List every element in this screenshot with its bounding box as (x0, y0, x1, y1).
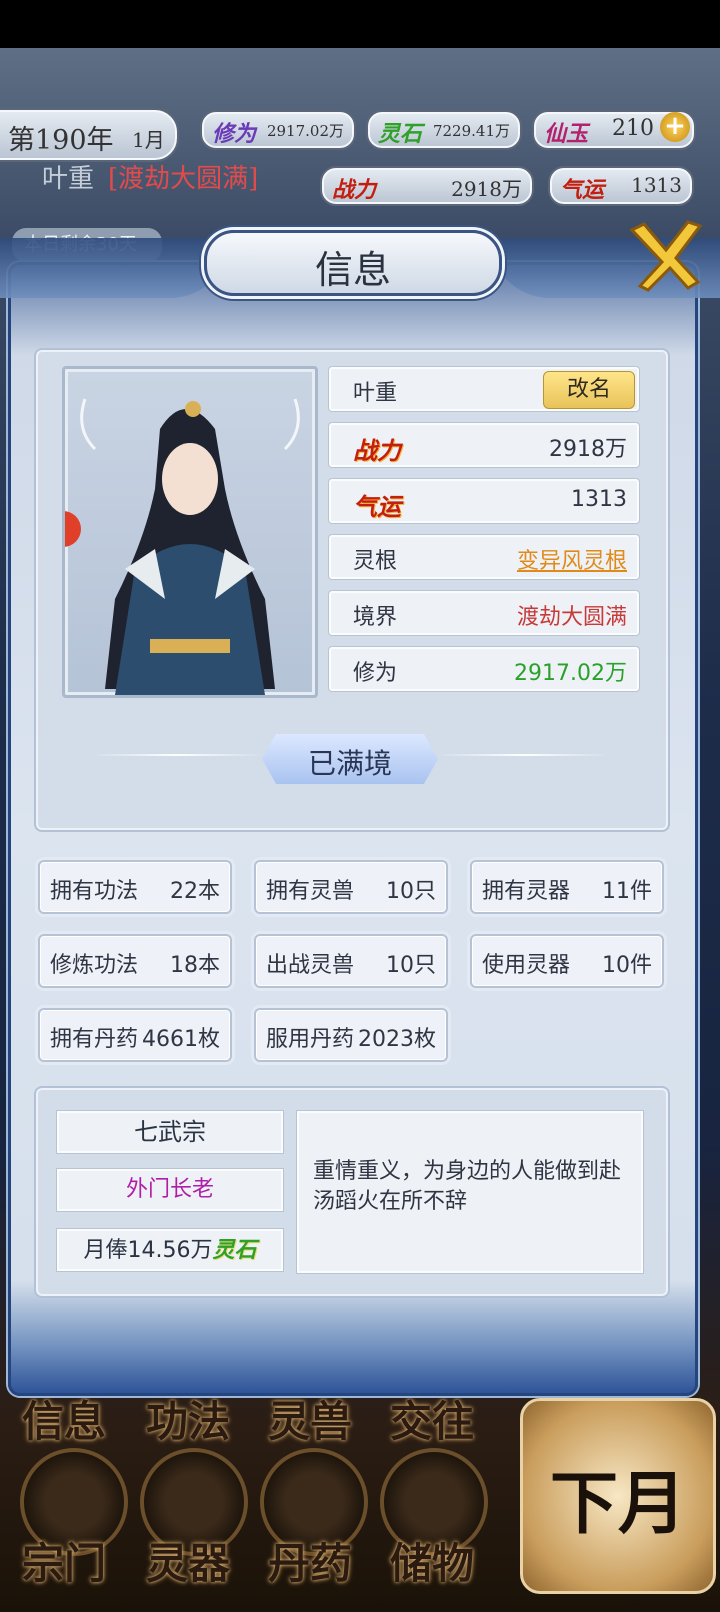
count-used-artifacts: 使用灵器 10件 (470, 934, 664, 988)
resource-value: 2918万 (451, 177, 522, 201)
resource-zhanli: 战力 2918万 (320, 166, 534, 206)
count-value: 18本 (170, 953, 220, 978)
nav-sect[interactable]: 宗门 (22, 1530, 106, 1591)
count-label: 使用灵器 (482, 953, 571, 978)
resource-label: 仙玉 (544, 121, 589, 147)
salary-amount: 月俸14.56万 (83, 1238, 213, 1263)
resource-label: 战力 (332, 177, 377, 203)
jingjie-value: 渡劫大圆满 (516, 605, 627, 630)
player-realm: [渡劫大圆满] (108, 164, 259, 194)
character-description-box: 重情重义，为身边的人能做到赴汤蹈火在所不辞 (296, 1110, 644, 1274)
resource-value: 2917.02万 (266, 122, 344, 140)
count-battle-beasts: 出战灵兽 10只 (254, 934, 448, 988)
close-button[interactable] (618, 212, 708, 302)
banner-line-right (438, 754, 608, 756)
count-value: 4661枚 (142, 1027, 220, 1052)
modal-ornament-left (0, 238, 230, 298)
count-value: 10只 (386, 953, 436, 978)
stat-row-qiyun: 气运 1313 (328, 478, 640, 524)
count-label: 拥有灵器 (482, 879, 571, 904)
sect-salary: 月俸14.56万灵石 (56, 1228, 284, 1272)
count-owned-artifacts: 拥有灵器 11件 (470, 860, 664, 914)
nav-social[interactable]: 交往 (390, 1388, 474, 1449)
linggen-label: 灵根 (353, 549, 398, 574)
count-label: 拥有灵兽 (266, 879, 355, 904)
qiyun-label: 气运 (353, 492, 401, 521)
qiyun-value: 1313 (571, 487, 627, 512)
count-value: 22本 (170, 879, 220, 904)
date-display: 第190年 1月 (0, 108, 179, 162)
nav-pills[interactable]: 丹药 (268, 1530, 352, 1591)
stat-row-jingjie: 境界 渡劫大圆满 (328, 590, 640, 636)
count-label: 拥有功法 (50, 879, 139, 904)
sect-name: 七武宗 (56, 1110, 284, 1154)
year-label: 第190年 (8, 125, 114, 156)
player-name: 叶重 (42, 164, 95, 194)
status-bar (0, 0, 720, 48)
xiuwei-value: 2917.02万 (514, 661, 627, 686)
plus-icon: + (664, 111, 686, 141)
resource-qiyun: 气运 1313 (548, 166, 694, 206)
count-owned-skills: 拥有功法 22本 (38, 860, 232, 914)
resource-label: 气运 (560, 177, 605, 203)
zhanli-label: 战力 (353, 436, 401, 465)
count-consumed-pills: 服用丹药 2023枚 (254, 1008, 448, 1062)
nav-artifacts[interactable]: 灵器 (146, 1530, 230, 1591)
resource-value: 210 (612, 116, 654, 141)
count-label: 出战灵兽 (266, 953, 355, 978)
stat-row-linggen: 灵根 变异风灵根 (328, 534, 640, 580)
resource-lingshi: 灵石 7229.41万 (366, 110, 522, 150)
stat-row-name: 叶重 改名 (328, 366, 640, 412)
count-owned-pills: 拥有丹药 4661枚 (38, 1008, 232, 1062)
month-label: 1月 (132, 128, 165, 152)
xiuwei-label: 修为 (353, 661, 398, 686)
modal-title: 信息 (314, 248, 391, 292)
resource-xiuwei: 修为 2917.02万 (200, 110, 356, 150)
close-x-icon (629, 220, 703, 292)
nav-beasts[interactable]: 灵兽 (268, 1388, 352, 1449)
nav-storage[interactable]: 储物 (390, 1530, 474, 1591)
portrait-image (65, 398, 300, 695)
linggen-value-link[interactable]: 变异风灵根 (517, 543, 627, 575)
zhanli-value: 2918万 (549, 437, 627, 462)
next-month-label: 下月 (550, 1464, 687, 1544)
sect-rank: 外门长老 (56, 1168, 284, 1212)
resource-value: 1313 (631, 173, 682, 197)
character-portrait (62, 366, 318, 698)
count-trained-skills: 修炼功法 18本 (38, 934, 232, 988)
modal-title-plate: 信息 (204, 230, 502, 296)
jingjie-label: 境界 (353, 605, 398, 630)
count-label: 修炼功法 (50, 953, 139, 978)
add-xianyu-button[interactable]: + (660, 112, 690, 142)
count-label: 服用丹药 (266, 1027, 355, 1052)
rename-button[interactable]: 改名 (543, 371, 635, 409)
character-name: 叶重 (353, 381, 398, 406)
count-value: 11件 (602, 879, 652, 904)
count-owned-beasts: 拥有灵兽 10只 (254, 860, 448, 914)
resource-value: 7229.41万 (432, 122, 510, 140)
stat-row-xiuwei: 修为 2917.02万 (328, 646, 640, 692)
stat-row-zhanli: 战力 2918万 (328, 422, 640, 468)
count-value: 10只 (386, 879, 436, 904)
salary-currency: 灵石 (212, 1237, 257, 1263)
count-value: 10件 (602, 953, 652, 978)
count-value: 2023枚 (358, 1027, 436, 1052)
status-banner-text: 已满境 (307, 747, 392, 780)
resource-label: 修为 (212, 121, 257, 147)
resource-label: 灵石 (378, 121, 423, 147)
nav-skills[interactable]: 功法 (146, 1388, 230, 1449)
count-label: 拥有丹药 (50, 1027, 139, 1052)
nav-info[interactable]: 信息 (22, 1388, 106, 1449)
character-description: 重情重义，为身边的人能做到赴汤蹈火在所不辞 (313, 1159, 622, 1214)
banner-line-left (92, 754, 262, 756)
